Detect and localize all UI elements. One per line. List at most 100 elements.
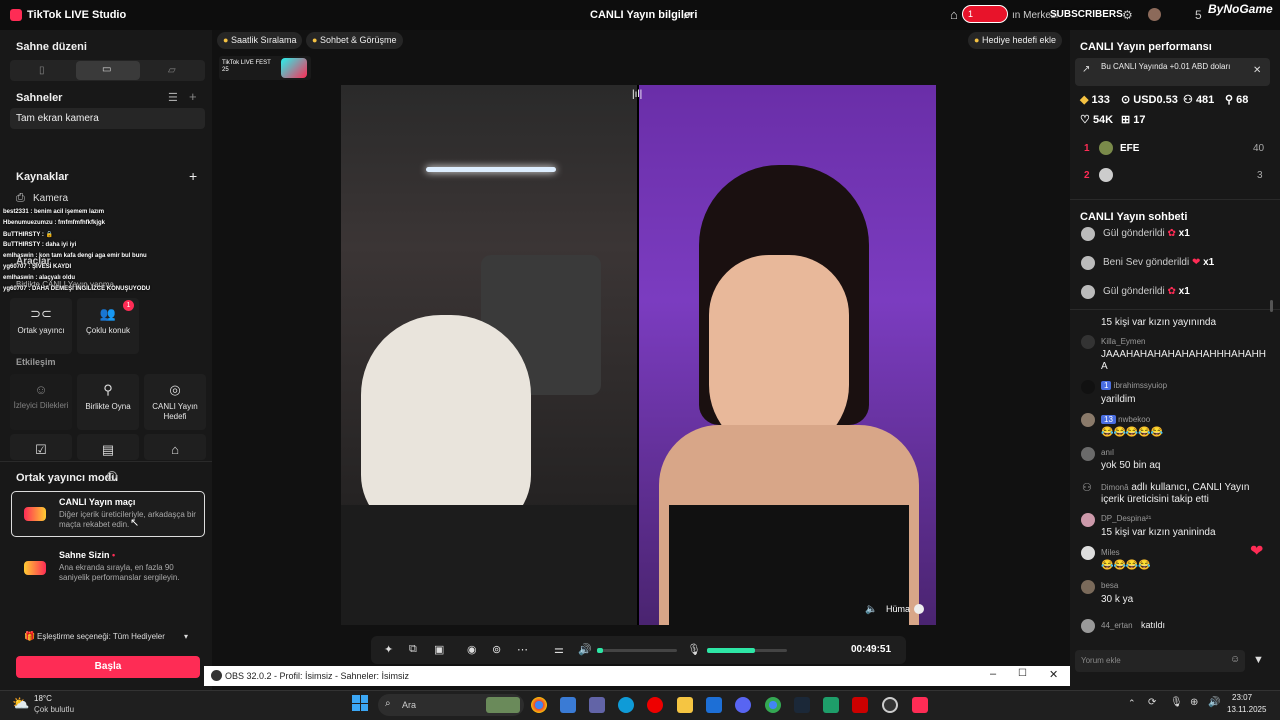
- live-fest-banner[interactable]: TikTok LIVE FEST 25: [219, 56, 311, 80]
- shirt: [341, 505, 637, 625]
- tool-tile[interactable]: ▤: [77, 434, 139, 460]
- chevron-up-icon[interactable]: ⌃: [1128, 698, 1136, 709]
- camera-source[interactable]: Kamera: [33, 193, 68, 204]
- tool-tile[interactable]: ☑: [10, 434, 72, 460]
- filter-icon[interactable]: ▼: [1253, 654, 1264, 666]
- live-goal-tile[interactable]: ◎ CANLI Yayın Hedefi: [144, 374, 206, 430]
- joystick-icon: ⚲: [103, 382, 113, 397]
- rank-name[interactable]: EFE: [1120, 143, 1139, 154]
- effects-icon[interactable]: ⧉: [409, 643, 417, 656]
- home-icon[interactable]: ⌂: [950, 7, 958, 22]
- guest-name: Hüma: [886, 604, 911, 614]
- gifts-stat: ⊞ 17: [1121, 113, 1146, 126]
- gift-goal-pill[interactable]: ● Hediye hedefi ekle: [968, 32, 1063, 49]
- mic-slider[interactable]: [707, 648, 787, 653]
- magic-wand-icon[interactable]: ✦: [384, 643, 393, 656]
- start-button[interactable]: Başla: [16, 656, 200, 678]
- settings-dial-icon[interactable]: ⊚: [492, 643, 501, 656]
- sync-icon[interactable]: ⟳: [1148, 697, 1156, 708]
- clock-date[interactable]: 13.11.2025: [1227, 705, 1266, 714]
- chat-username[interactable]: anıl: [1101, 448, 1114, 457]
- more-icon[interactable]: ⋯: [517, 643, 528, 656]
- chrome-profile-icon[interactable]: [765, 697, 781, 713]
- stat-value: 54K: [1092, 114, 1114, 126]
- play-together-tile[interactable]: ⚲ Birlikte Oyna: [77, 374, 139, 430]
- network-icon[interactable]: ⊕: [1190, 697, 1198, 708]
- edge-icon[interactable]: [618, 697, 634, 713]
- chat-message: yarildim: [1101, 394, 1136, 405]
- subscribers-label: SUBSCRIBERS: [1050, 9, 1123, 20]
- close-icon[interactable]: ✕: [1049, 668, 1058, 681]
- portrait-layout-icon[interactable]: ▯: [39, 65, 45, 76]
- chat-pill[interactable]: ● Sohbet & Görüşme: [306, 32, 403, 49]
- teams-icon[interactable]: [589, 697, 605, 713]
- chat-message: 15 kişi var kızın yayınında: [1101, 317, 1217, 328]
- control-bar: ✦ ⧉ ▣ ◉ ⊚ ⋯ ⚌ 🔊 🎙 00:49:51: [371, 636, 906, 664]
- new-followers-stat: ⚲ 68: [1225, 93, 1248, 106]
- sliders-icon[interactable]: ⚌: [554, 643, 564, 656]
- avatar: [1081, 380, 1095, 394]
- layout-icon[interactable]: ▣: [434, 643, 444, 656]
- minimize-icon[interactable]: –: [990, 668, 996, 680]
- hourly-ranking-pill[interactable]: ● Saatlik Sıralama: [217, 32, 303, 49]
- share-icon[interactable]: ↗: [682, 8, 692, 22]
- help-icon[interactable]: ?: [107, 471, 117, 481]
- comment-input[interactable]: Yorum ekle ☺: [1075, 650, 1245, 672]
- add-scene-icon[interactable]: +: [189, 89, 197, 104]
- scrollbar[interactable]: [1270, 300, 1273, 312]
- clock-time[interactable]: 23:07: [1232, 693, 1252, 702]
- tile-label: Çoklu konuk: [85, 326, 131, 335]
- tool-tile[interactable]: ⌂: [144, 434, 206, 460]
- chat-username[interactable]: 1 ibrahimssyuiop: [1101, 381, 1167, 390]
- obs-taskbar-icon[interactable]: [882, 697, 898, 713]
- youtube-icon[interactable]: [852, 697, 868, 713]
- chat-username[interactable]: DP_Despina²¹: [1101, 514, 1151, 523]
- volume-tray-icon[interactable]: 🔊: [1208, 697, 1220, 708]
- taskbar-search[interactable]: ⌕ Ara: [378, 694, 524, 716]
- record-icon[interactable]: ◉: [467, 643, 477, 656]
- tilted-layout-icon[interactable]: ▱: [168, 65, 176, 76]
- co-host-tile[interactable]: ⊃⊂ Ortak yayıncı: [10, 298, 72, 354]
- chevron-down-icon[interactable]: ▾: [184, 632, 188, 641]
- speaker-icon[interactable]: 🔈: [865, 604, 877, 615]
- chat-username[interactable]: 13 nwbekoo: [1101, 415, 1150, 424]
- mode2-title[interactable]: Sahne Sizin •: [59, 550, 115, 560]
- scene-layout-heading: Sahne düzeni: [16, 41, 87, 53]
- coin-icon: ⊙: [1121, 94, 1131, 106]
- viewer-requests-tile[interactable]: ☺ İzleyici Dilekleri: [10, 374, 72, 430]
- chat-username[interactable]: 44_ertan: [1101, 621, 1133, 630]
- close-icon[interactable]: ✕: [1253, 65, 1261, 76]
- emoji-icon[interactable]: ☺: [1230, 654, 1240, 665]
- trend-icon: ↗: [1082, 64, 1091, 75]
- app-icon[interactable]: [823, 697, 839, 713]
- landscape-layout-selected[interactable]: ▭: [76, 61, 140, 80]
- folder-icon[interactable]: [677, 697, 693, 713]
- match-option[interactable]: Eşleştirme seçeneği: Tüm Hediyeler: [37, 632, 165, 641]
- scene-item[interactable]: Tam ekran kamera: [10, 108, 205, 129]
- match-icon: [24, 507, 46, 521]
- chrome-icon[interactable]: [531, 697, 547, 713]
- mic-tray-icon[interactable]: 🎙: [1170, 697, 1183, 708]
- steam-icon[interactable]: [794, 697, 810, 713]
- maximize-icon[interactable]: ☐: [1018, 668, 1027, 679]
- chat-username[interactable]: Killa_Eymen: [1101, 337, 1145, 346]
- volume-slider[interactable]: [597, 648, 677, 653]
- guest-menu-icon[interactable]: [914, 604, 924, 614]
- microphone-icon[interactable]: 🎙: [687, 643, 701, 656]
- chat-username[interactable]: besa: [1101, 581, 1118, 590]
- discord-icon[interactable]: [735, 697, 751, 713]
- stat-value: USD0.53: [1133, 94, 1178, 106]
- obs-window-bar: OBS 32.0.2 - Profil: İsimsiz - Sahneler:…: [204, 666, 1070, 686]
- mail-icon[interactable]: [706, 697, 722, 713]
- list-icon[interactable]: ☰: [168, 91, 178, 104]
- add-source-icon[interactable]: +: [189, 168, 197, 184]
- gear-icon[interactable]: ⚙: [1122, 8, 1133, 22]
- opera-icon[interactable]: [647, 697, 663, 713]
- tiktok-live-taskbar-icon[interactable]: [912, 697, 928, 713]
- volume-icon[interactable]: 🔊: [578, 643, 592, 656]
- temperature[interactable]: 18°C: [34, 694, 52, 703]
- avatar[interactable]: [1148, 8, 1161, 21]
- chat-username[interactable]: Miles: [1101, 548, 1120, 557]
- store-icon[interactable]: [560, 697, 576, 713]
- windows-start-icon[interactable]: [352, 695, 368, 711]
